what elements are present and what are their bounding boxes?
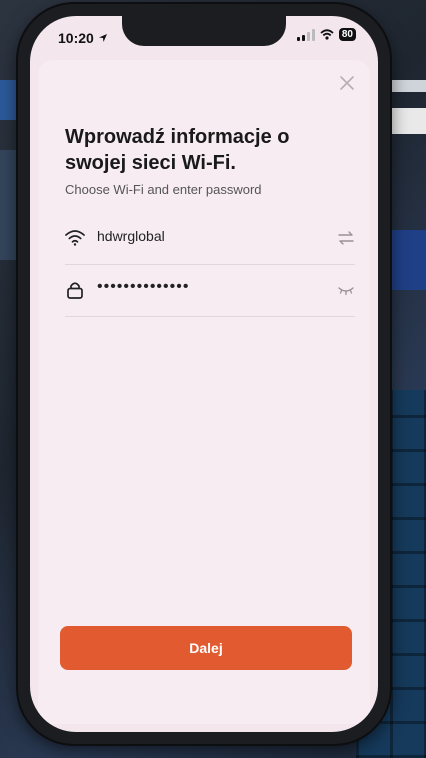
wifi-icon	[65, 230, 85, 246]
status-time: 10:20	[58, 30, 108, 46]
page-subtitle: Choose Wi-Fi and enter password	[65, 182, 262, 197]
wifi-network-field[interactable]: hdwrglobal	[65, 212, 355, 265]
password-input[interactable]: ••••••••••••••	[97, 278, 189, 296]
status-time-text: 10:20	[58, 30, 94, 46]
wifi-network-name: hdwrglobal	[97, 228, 165, 244]
wifi-status-icon	[320, 29, 334, 40]
password-field[interactable]: ••••••••••••••	[65, 264, 355, 317]
phone-screen: 10:20 80 Wprowadź informacje o swojej si…	[30, 16, 378, 732]
battery-icon: 80	[338, 28, 356, 41]
switch-network-icon[interactable]	[337, 230, 355, 246]
location-arrow-icon	[98, 34, 107, 42]
wifi-setup-sheet: Wprowadź informacje o swojej sieci Wi-Fi…	[38, 60, 370, 724]
phone-frame: 10:20 80 Wprowadź informacje o swojej si…	[18, 4, 390, 744]
eye-closed-icon[interactable]	[337, 282, 355, 298]
notch	[122, 16, 286, 46]
page-title: Wprowadź informacje o swojej sieci Wi-Fi…	[65, 126, 290, 174]
cellular-signal-icon	[296, 28, 315, 41]
next-button[interactable]: Dalej	[60, 626, 352, 670]
lock-icon	[67, 282, 83, 299]
status-indicators: 80	[296, 28, 356, 41]
close-icon[interactable]	[338, 74, 356, 92]
background-object	[0, 150, 18, 260]
